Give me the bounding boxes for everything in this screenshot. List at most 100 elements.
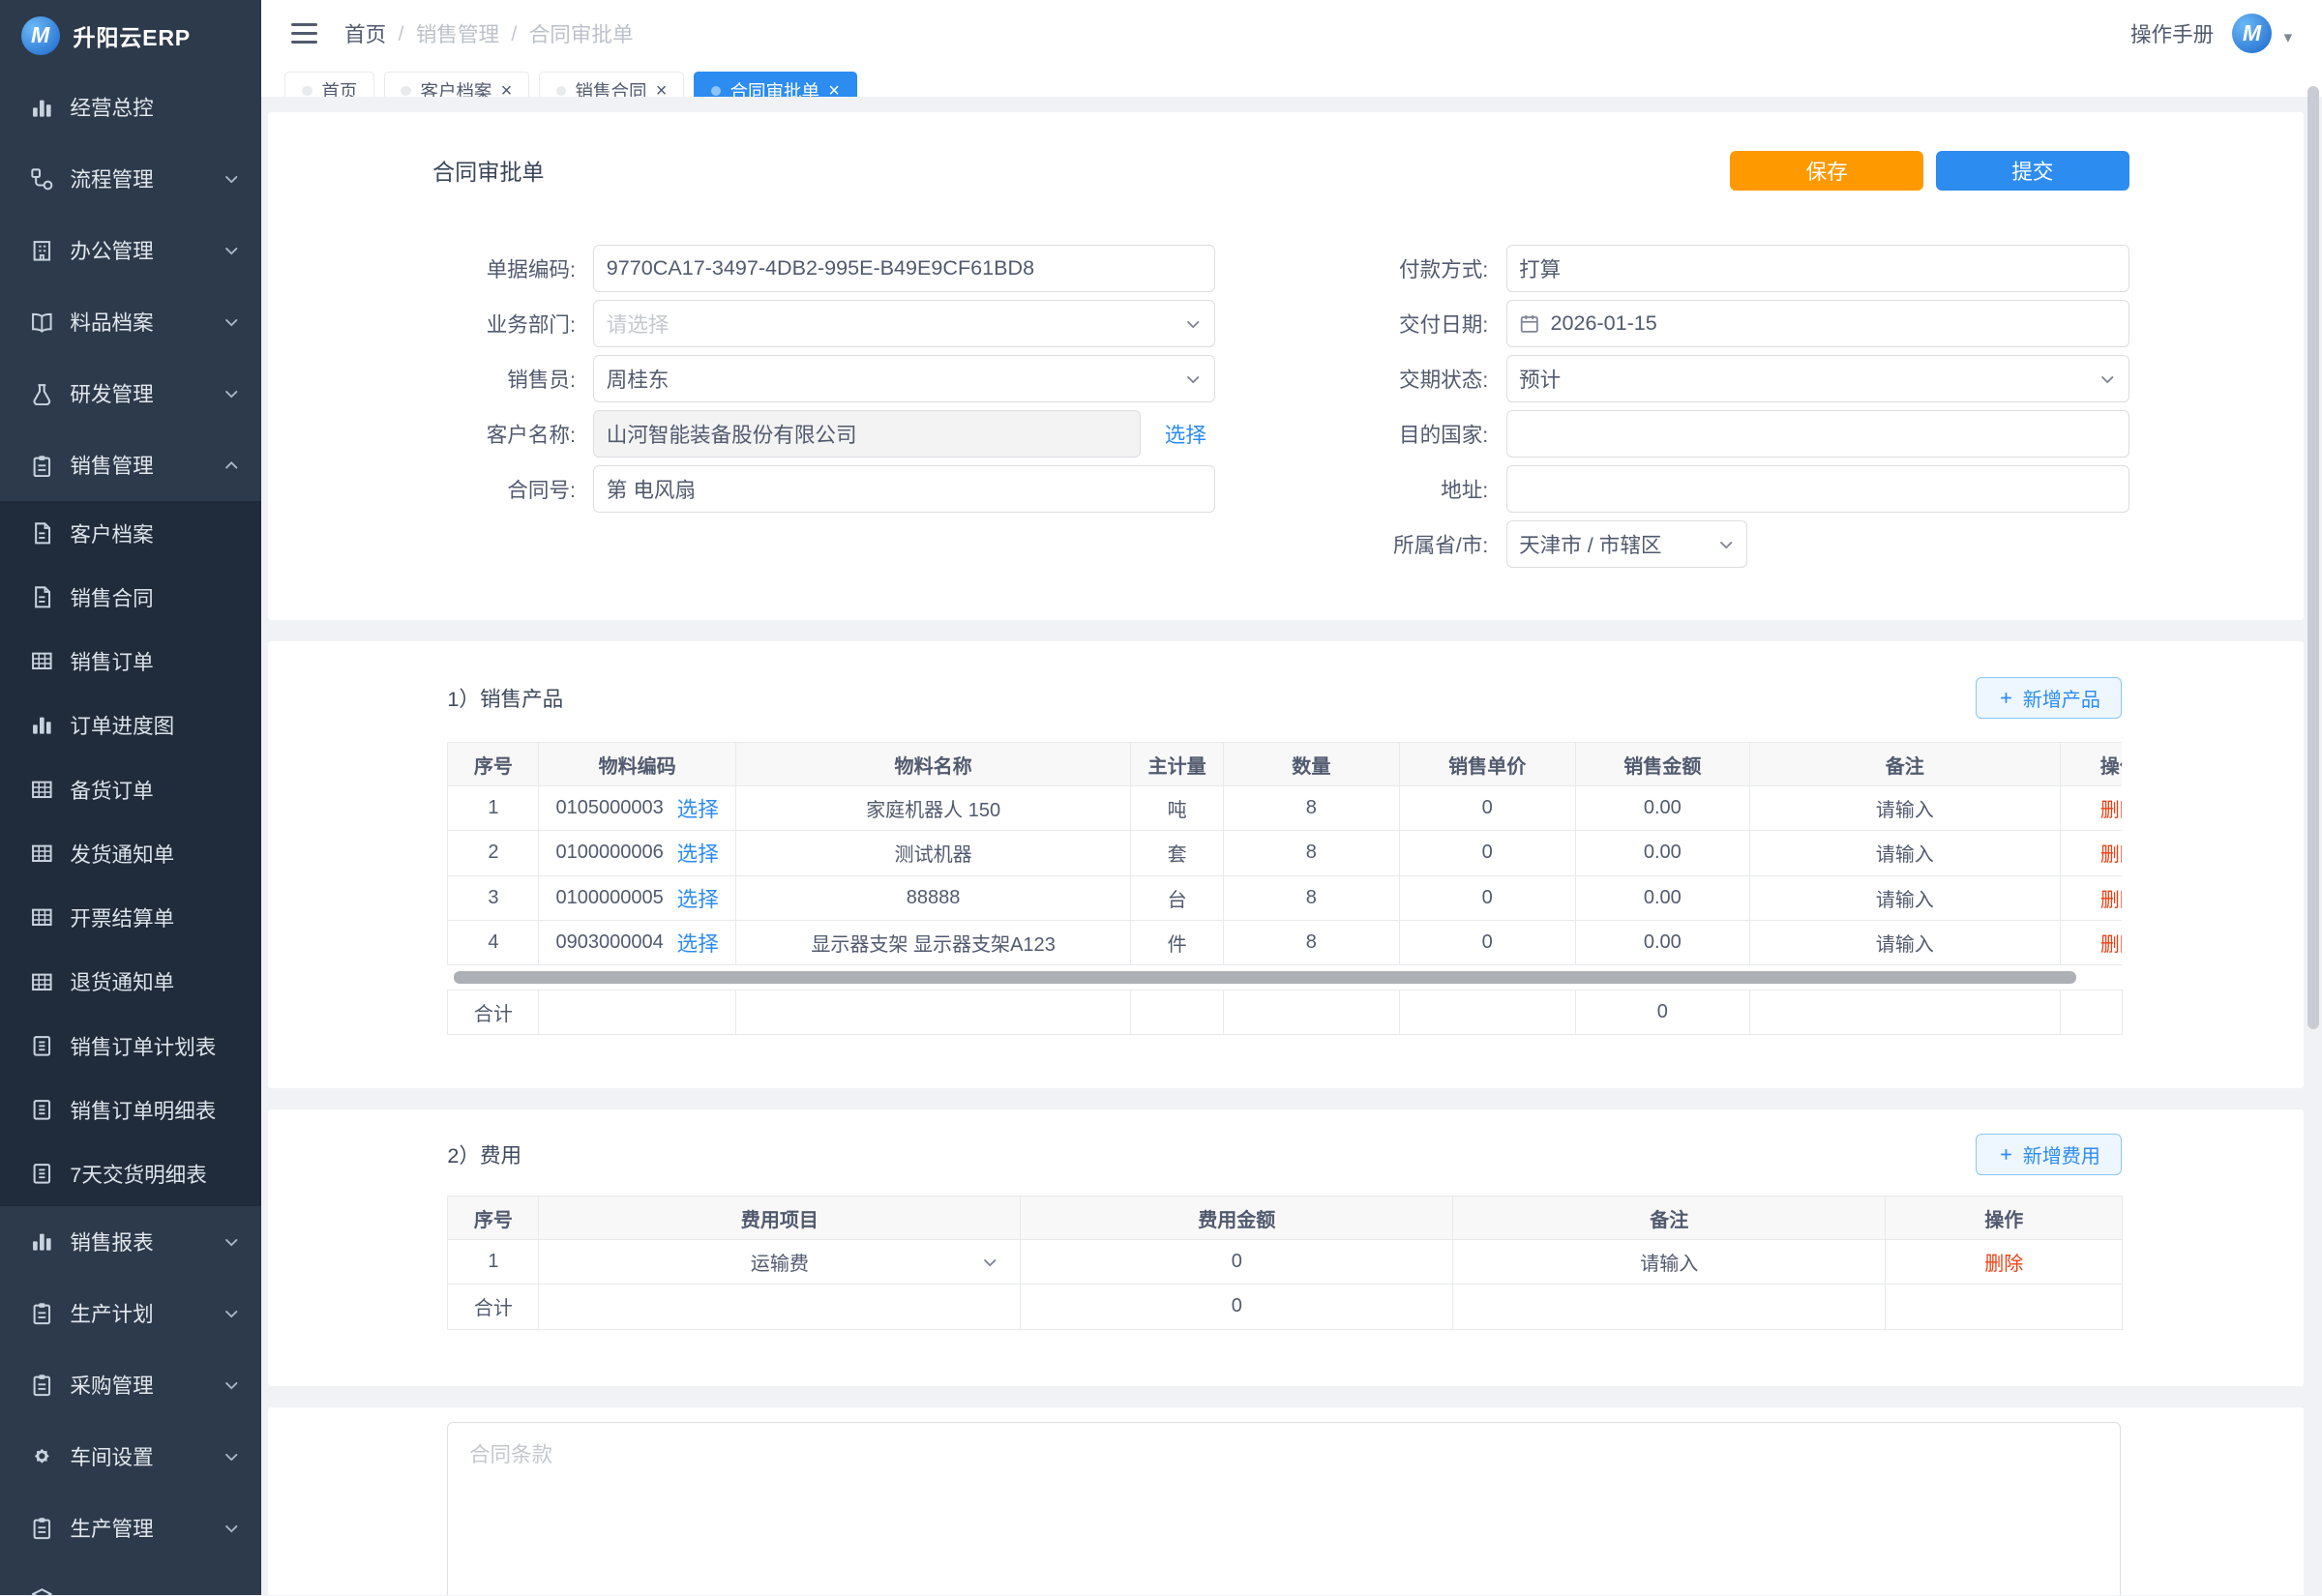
delete-row-link[interactable]: 删除 xyxy=(2100,844,2123,866)
contract-no-input[interactable] xyxy=(593,465,1215,513)
cell-seq: 1 xyxy=(448,1240,539,1285)
sidebar-item-order-progress[interactable]: 订单进度图 xyxy=(0,694,261,757)
sidebar-item-office-mgmt[interactable]: 办公管理 xyxy=(0,215,261,286)
dept-select[interactable]: 请选择 xyxy=(593,300,1215,347)
products-section-title: 1）销售产品 xyxy=(447,683,563,713)
cell-note[interactable]: 请输入 xyxy=(1749,831,2060,875)
cell-qty[interactable]: 8 xyxy=(1223,875,1399,920)
tab-customer-archive[interactable]: 客户档案 × xyxy=(384,72,530,97)
cell-price[interactable]: 0 xyxy=(1399,831,1575,875)
cell-price[interactable]: 0 xyxy=(1399,786,1575,831)
sidebar-item-label: 销售报表 xyxy=(70,1227,222,1256)
sidebar-item-partial[interactable] xyxy=(0,1564,261,1596)
dept-label: 业务部门: xyxy=(432,309,593,339)
contract-no-label: 合同号: xyxy=(432,474,593,504)
sidebar-item-production-mgmt[interactable]: 生产管理 xyxy=(0,1493,261,1564)
close-tab-icon[interactable]: × xyxy=(501,81,513,97)
province-select[interactable]: 天津市 / 市辖区 xyxy=(1506,520,1748,568)
sidebar-item-customer-archive[interactable]: 客户档案 xyxy=(0,501,261,565)
table-icon xyxy=(30,905,54,930)
products-card: 1）销售产品 新增产品 序号 xyxy=(268,641,2304,1089)
cell-price[interactable]: 0 xyxy=(1399,920,1575,964)
add-product-button[interactable]: 新增产品 xyxy=(1976,677,2122,719)
customer-select-link[interactable]: 选择 xyxy=(1165,419,1206,449)
payment-input[interactable] xyxy=(1506,245,2129,292)
sidebar-item-sales-report[interactable]: 销售报表 xyxy=(0,1206,261,1278)
fee-item-value: 运输费 xyxy=(751,1248,809,1276)
sidebar-item-rd-mgmt[interactable]: 研发管理 xyxy=(0,358,261,429)
tab-dot-icon xyxy=(401,86,411,97)
delete-row-link[interactable]: 删除 xyxy=(2100,800,2123,821)
sidebar-item-label: 客户档案 xyxy=(70,518,240,548)
sidebar-item-label: 经营总控 xyxy=(70,92,240,122)
sidebar-item-workshop-settings[interactable]: 车间设置 xyxy=(0,1421,261,1493)
chevron-down-icon[interactable]: ▾ xyxy=(2284,27,2293,53)
doc-code-input[interactable] xyxy=(593,245,1215,292)
sidebar-item-purchase-mgmt[interactable]: 采购管理 xyxy=(0,1349,261,1421)
select-material-link[interactable]: 选择 xyxy=(677,928,719,958)
tab-home[interactable]: 首页 xyxy=(284,72,374,97)
close-tab-icon[interactable]: × xyxy=(828,81,840,97)
sidebar-item-label: 料品档案 xyxy=(70,307,222,337)
delivery-status-select[interactable]: 预计 xyxy=(1506,355,2129,402)
tab-contract-approval[interactable]: 合同审批单 × xyxy=(694,72,857,97)
cell-qty[interactable]: 8 xyxy=(1223,786,1399,831)
sidebar-item-invoice-settlement[interactable]: 开票结算单 xyxy=(0,885,261,949)
select-material-link[interactable]: 选择 xyxy=(677,883,719,913)
breadcrumb-home[interactable]: 首页 xyxy=(344,18,386,48)
sidebar-item-order-detail-report[interactable]: 销售订单明细表 xyxy=(0,1078,261,1141)
select-material-link[interactable]: 选择 xyxy=(677,793,719,823)
sidebar-item-7day-delivery-report[interactable]: 7天交货明细表 xyxy=(0,1142,261,1206)
sidebar-item-sales-contract[interactable]: 销售合同 xyxy=(0,565,261,629)
cell-note[interactable]: 请输入 xyxy=(1749,786,2060,831)
chevron-down-icon xyxy=(1184,315,1202,333)
dest-country-label: 目的国家: xyxy=(1245,419,1506,449)
contract-terms-textarea[interactable] xyxy=(447,1422,2121,1595)
col-fee-amount: 费用金额 xyxy=(1021,1197,1453,1240)
horizontal-scrollbar-thumb[interactable] xyxy=(454,971,2076,983)
address-input[interactable] xyxy=(1506,465,2129,513)
cell-qty[interactable]: 8 xyxy=(1223,831,1399,875)
sidebar-item-shipping-notice[interactable]: 发货通知单 xyxy=(0,821,261,885)
sidebar-item-order-plan-report[interactable]: 销售订单计划表 xyxy=(0,1014,261,1078)
delivery-date-input[interactable]: 2026-01-15 xyxy=(1506,300,2129,347)
save-button[interactable]: 保存 xyxy=(1730,151,1923,192)
manual-link[interactable]: 操作手册 xyxy=(2130,18,2214,48)
salesman-select[interactable]: 周桂东 xyxy=(593,355,1215,402)
delete-row-link[interactable]: 删除 xyxy=(2100,934,2123,956)
select-material-link[interactable]: 选择 xyxy=(677,838,719,868)
breadcrumb-section[interactable]: 销售管理 xyxy=(416,18,499,48)
sidebar-item-sales-mgmt[interactable]: 销售管理 xyxy=(0,429,261,501)
vertical-scrollbar-thumb[interactable] xyxy=(2307,86,2319,1028)
col-ops: 操作 xyxy=(2060,743,2122,786)
avatar[interactable]: M xyxy=(2232,14,2273,54)
cell-note[interactable]: 请输入 xyxy=(1749,920,2060,964)
sidebar-item-stock-order[interactable]: 备货订单 xyxy=(0,757,261,821)
fee-item-select[interactable]: 运输费 xyxy=(546,1240,1015,1284)
sidebar-item-process-mgmt[interactable]: 流程管理 xyxy=(0,143,261,215)
cell-qty[interactable]: 8 xyxy=(1223,920,1399,964)
sidebar-collapse-icon[interactable] xyxy=(291,23,318,44)
cell-fee-amount[interactable]: 0 xyxy=(1021,1240,1453,1285)
sidebar-item-production-plan[interactable]: 生产计划 xyxy=(0,1278,261,1349)
sidebar-item-sales-order[interactable]: 销售订单 xyxy=(0,629,261,693)
close-tab-icon[interactable]: × xyxy=(656,81,668,97)
cell-note[interactable]: 请输入 xyxy=(1453,1240,1886,1285)
sidebar-item-label: 7天交货明细表 xyxy=(70,1159,240,1189)
cell-price[interactable]: 0 xyxy=(1399,875,1575,920)
sidebar-item-business-overview[interactable]: 经营总控 xyxy=(0,72,261,143)
add-fee-button[interactable]: 新增费用 xyxy=(1976,1134,2122,1175)
submit-button[interactable]: 提交 xyxy=(1936,151,2129,192)
tab-sales-contract[interactable]: 销售合同 × xyxy=(539,72,685,97)
province-value: 天津市 / 市辖区 xyxy=(1519,529,1661,559)
delete-fee-link[interactable]: 删除 xyxy=(1984,1254,2023,1275)
sidebar-item-label: 销售订单明细表 xyxy=(70,1095,240,1125)
cell-name: 家庭机器人 150 xyxy=(735,786,1130,831)
sidebar-item-return-notice[interactable]: 退货通知单 xyxy=(0,950,261,1014)
flask-icon xyxy=(30,382,54,406)
sidebar-item-material-archive[interactable]: 料品档案 xyxy=(0,286,261,358)
dest-country-input[interactable] xyxy=(1506,410,2129,458)
delete-row-link[interactable]: 删除 xyxy=(2100,890,2123,911)
customer-label: 客户名称: xyxy=(432,419,593,449)
cell-note[interactable]: 请输入 xyxy=(1749,875,2060,920)
